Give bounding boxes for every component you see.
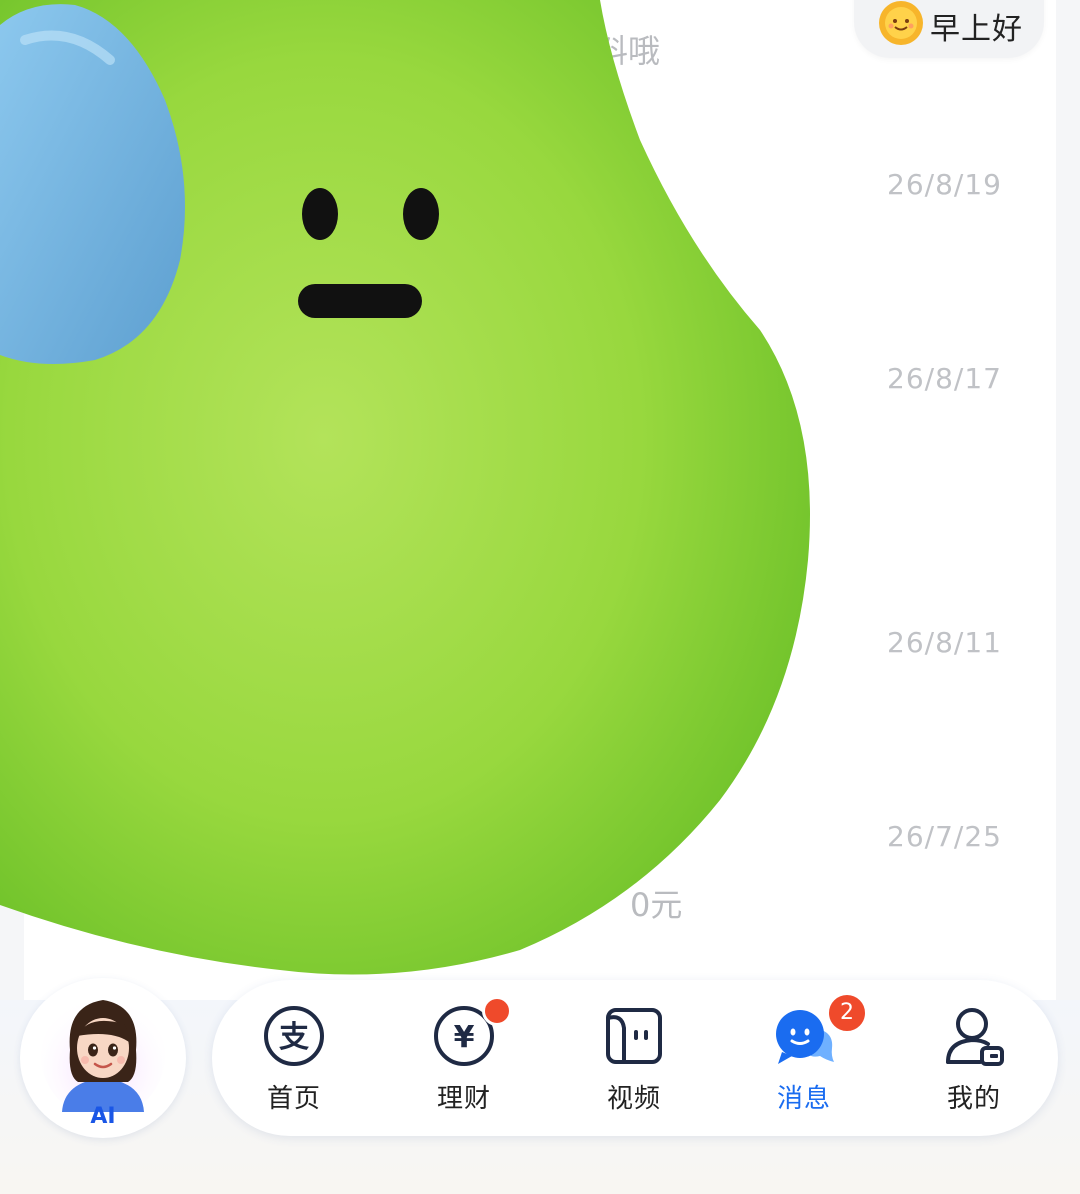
tab-wealth[interactable]: ¥ 理财 [392,980,532,1136]
tab-home[interactable]: 支 首页 [222,980,362,1136]
alipay-icon: 支 [264,1006,324,1066]
greeting-text: 早上好 [930,12,1023,47]
message-time: 26/8/17 [887,362,1002,395]
svg-text:支: 支 [279,1020,309,1055]
tab-profile-label: 我的 [946,1084,1001,1114]
tab-video-label: 视频 [606,1084,661,1114]
tab-messages-label: 消息 [776,1084,831,1114]
svg-text:¥: ¥ [454,1020,475,1055]
green-pear-sticker [0,0,810,975]
tab-messages[interactable]: 2 消息 [732,980,872,1136]
message-time: 26/7/25 [887,820,1002,853]
tab-home-label: 首页 [266,1084,321,1114]
tab-profile[interactable]: 我的 [902,980,1042,1136]
tab-video[interactable]: 视频 [562,980,702,1136]
video-icon [606,1008,662,1064]
sun-icon [879,1,923,45]
tab-wealth-label: 理财 [436,1084,491,1114]
ai-avatar-icon [41,994,165,1112]
profile-icon [946,1008,1004,1066]
message-time: 26/8/11 [887,626,1002,659]
bottom-tab-bar: 支 首页 ¥ 理财 视频 2 消息 我的 [212,980,1058,1136]
notification-dot [482,996,512,1026]
message-time: 26/8/19 [887,168,1002,201]
ai-label: AI [90,1104,116,1129]
unread-badge: 2 [826,992,868,1034]
greeting-button[interactable]: 早上好 [854,0,1044,58]
ai-assistant-button[interactable]: AI [20,978,186,1138]
